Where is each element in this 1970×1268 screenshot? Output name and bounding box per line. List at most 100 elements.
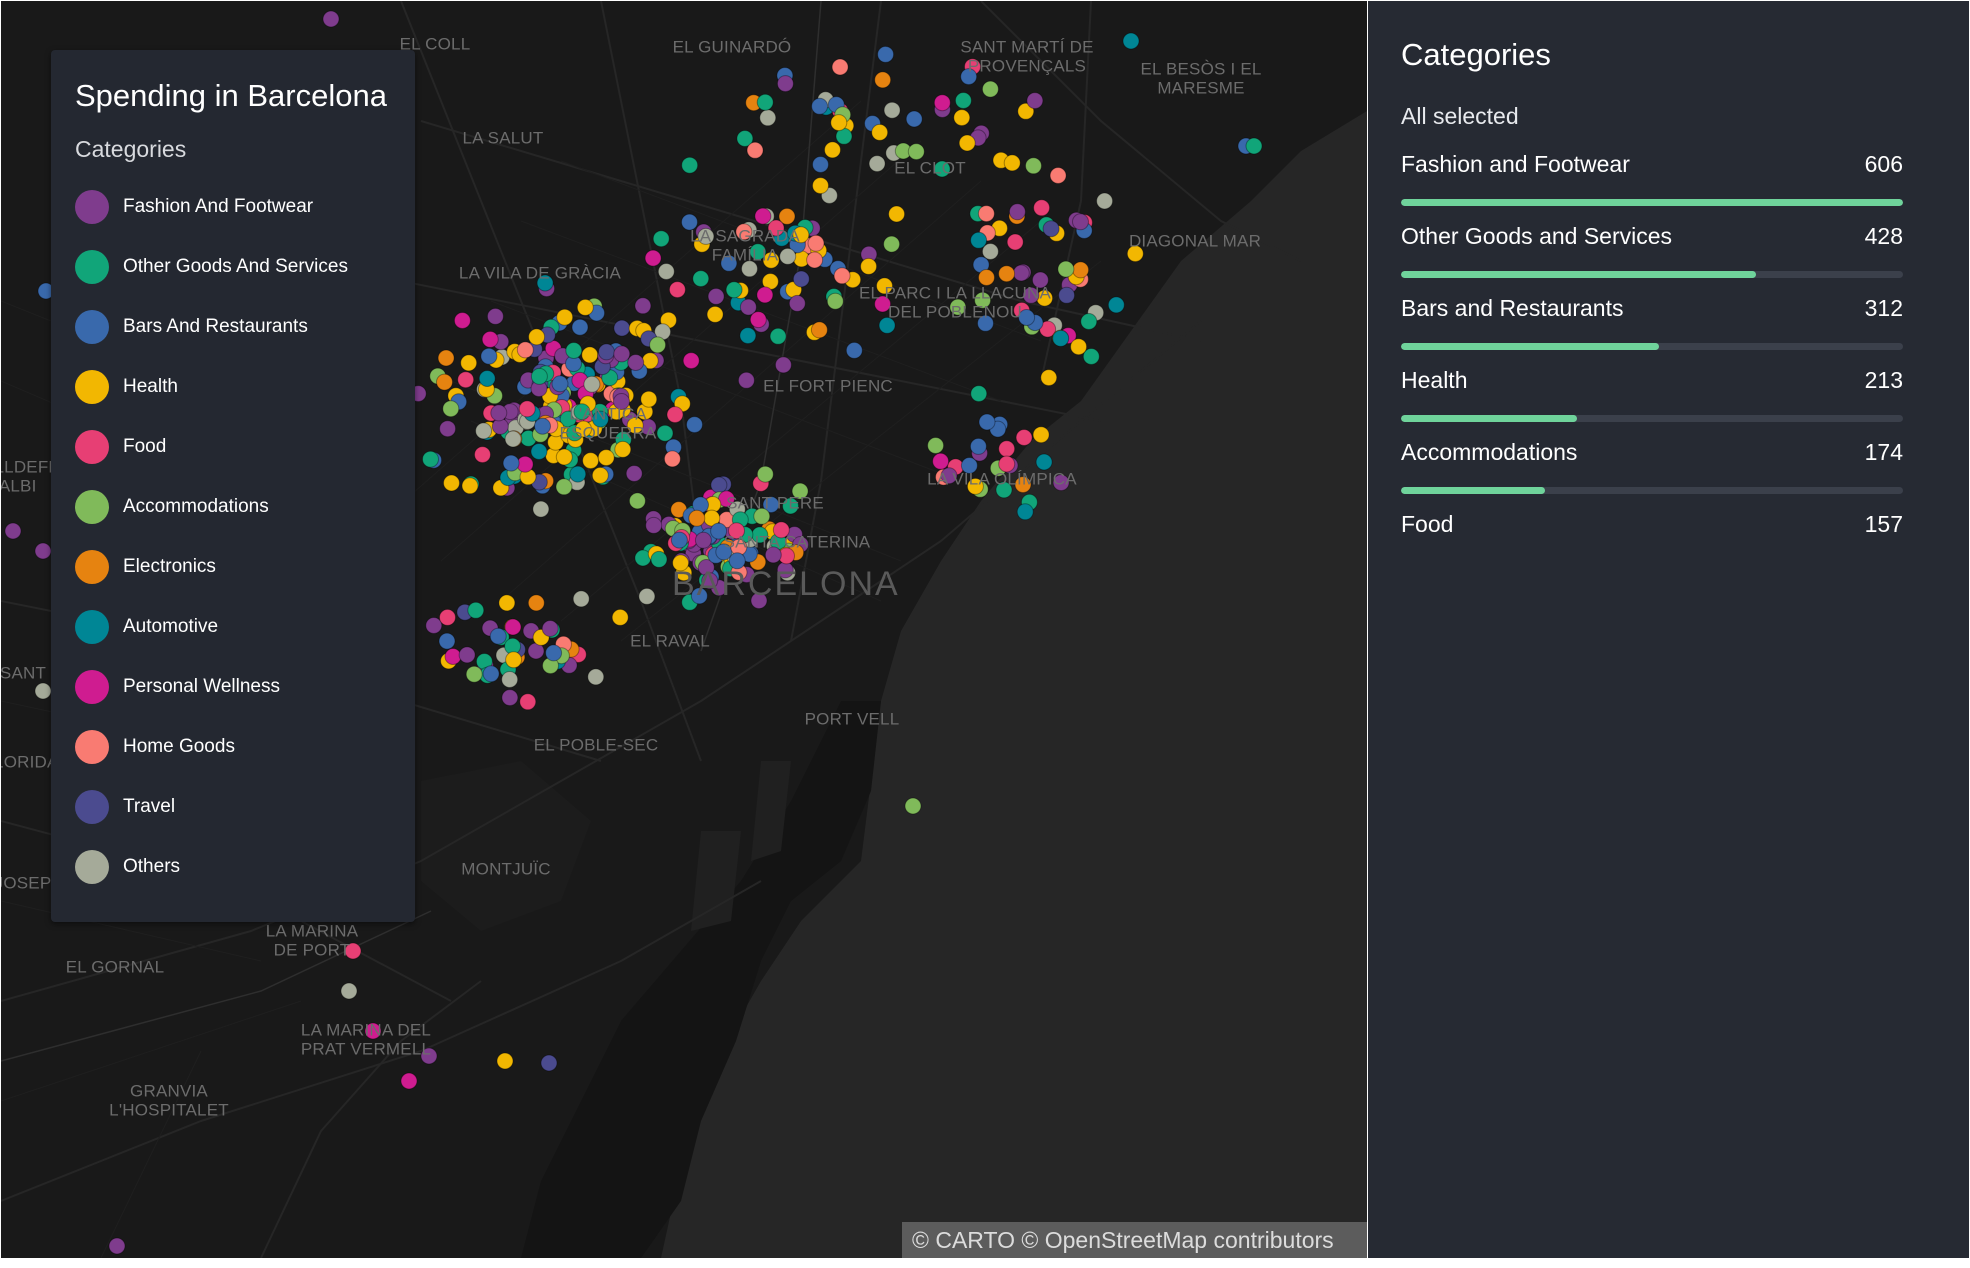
spending-point[interactable]	[34, 682, 52, 700]
spending-point[interactable]	[860, 257, 878, 275]
spending-point[interactable]	[811, 97, 829, 115]
spending-point[interactable]	[490, 404, 508, 422]
spending-point[interactable]	[1042, 220, 1060, 238]
spending-point[interactable]	[645, 516, 663, 534]
spending-point[interactable]	[496, 1052, 514, 1070]
spending-point[interactable]	[453, 312, 471, 329]
spending-point[interactable]	[1049, 167, 1067, 184]
spending-point[interactable]	[322, 10, 340, 28]
spending-point[interactable]	[518, 400, 536, 418]
spending-point[interactable]	[628, 492, 646, 510]
spending-point[interactable]	[710, 476, 728, 494]
spending-point[interactable]	[1032, 426, 1050, 444]
spending-point[interactable]	[422, 450, 439, 468]
spending-point[interactable]	[978, 413, 996, 431]
spending-point[interactable]	[591, 466, 609, 484]
spending-point[interactable]	[970, 385, 988, 403]
spending-point[interactable]	[1072, 261, 1090, 279]
spending-point[interactable]	[927, 437, 945, 454]
spending-point[interactable]	[1040, 369, 1058, 387]
category-row[interactable]: Accommodations 174	[1401, 430, 1903, 502]
spending-point[interactable]	[1070, 338, 1088, 356]
category-row[interactable]: Food 157	[1401, 502, 1903, 544]
spending-point[interactable]	[670, 531, 688, 549]
spending-point[interactable]	[505, 651, 523, 669]
spending-point[interactable]	[877, 45, 895, 63]
spending-point[interactable]	[478, 370, 496, 387]
spending-point[interactable]	[871, 123, 889, 141]
spending-point[interactable]	[688, 509, 706, 527]
spending-point[interactable]	[904, 797, 922, 815]
spending-point[interactable]	[749, 311, 767, 329]
spending-point[interactable]	[458, 646, 476, 664]
spending-point[interactable]	[597, 449, 615, 467]
spending-point[interactable]	[583, 375, 601, 393]
spending-point[interactable]	[883, 235, 901, 253]
spending-point[interactable]	[845, 341, 863, 359]
spending-point[interactable]	[998, 265, 1016, 283]
spending-point[interactable]	[439, 420, 457, 438]
spending-point[interactable]	[776, 75, 794, 93]
spending-point[interactable]	[1006, 233, 1024, 251]
spending-point[interactable]	[581, 346, 599, 364]
spending-point[interactable]	[1107, 296, 1125, 314]
map-canvas[interactable]: EL COLL EL GUINARDÓ SANT MARTÍ DE PROVENÇA…	[1, 1, 1367, 1258]
spending-point[interactable]	[810, 321, 828, 339]
spending-point[interactable]	[932, 452, 950, 470]
spending-point[interactable]	[933, 94, 951, 112]
spending-point[interactable]	[725, 281, 743, 299]
spending-point[interactable]	[504, 618, 522, 636]
spending-point[interactable]	[977, 205, 995, 223]
spending-point[interactable]	[439, 608, 456, 626]
spending-point[interactable]	[806, 251, 824, 269]
spending-point[interactable]	[527, 594, 545, 612]
spending-point[interactable]	[831, 58, 849, 76]
spending-point[interactable]	[1057, 260, 1075, 278]
spending-point[interactable]	[644, 249, 662, 267]
spending-point[interactable]	[443, 474, 460, 492]
spending-point[interactable]	[1003, 154, 1021, 172]
spending-point[interactable]	[569, 465, 587, 483]
spending-point[interactable]	[656, 424, 674, 442]
spending-point[interactable]	[555, 448, 573, 466]
spending-point[interactable]	[694, 531, 712, 549]
spending-point[interactable]	[792, 270, 810, 288]
spending-point[interactable]	[769, 327, 787, 345]
spending-point[interactable]	[565, 342, 583, 359]
spending-point[interactable]	[706, 305, 724, 323]
spending-point[interactable]	[340, 982, 358, 1000]
spending-point[interactable]	[530, 443, 548, 460]
spending-point[interactable]	[504, 430, 522, 448]
spending-point[interactable]	[657, 263, 675, 280]
spending-point[interactable]	[868, 155, 886, 173]
spending-point[interactable]	[1016, 503, 1034, 521]
spending-point[interactable]	[1015, 429, 1033, 446]
spending-point[interactable]	[438, 632, 456, 650]
spending-point[interactable]	[1026, 92, 1044, 110]
spending-point[interactable]	[627, 354, 645, 371]
spending-point[interactable]	[545, 644, 563, 662]
spending-point[interactable]	[1245, 137, 1263, 155]
spending-point[interactable]	[442, 400, 460, 418]
category-row[interactable]: Bars and Restaurants 312	[1401, 286, 1903, 358]
spending-point[interactable]	[1008, 203, 1026, 221]
spending-point[interactable]	[501, 689, 519, 707]
spending-point[interactable]	[572, 590, 590, 608]
spending-point[interactable]	[540, 1054, 558, 1072]
spending-point[interactable]	[467, 601, 485, 619]
spending-point[interactable]	[981, 80, 999, 98]
spending-point[interactable]	[970, 231, 988, 249]
spending-point[interactable]	[1012, 264, 1030, 282]
spending-point[interactable]	[883, 101, 901, 119]
spending-point[interactable]	[436, 373, 453, 391]
spending-point[interactable]	[1025, 157, 1042, 175]
spending-point[interactable]	[475, 422, 493, 440]
spending-point[interactable]	[613, 319, 631, 337]
spending-point[interactable]	[756, 93, 774, 111]
spending-point[interactable]	[954, 92, 972, 109]
spending-point[interactable]	[611, 608, 629, 626]
spending-point[interactable]	[638, 587, 656, 605]
category-row[interactable]: Health 213	[1401, 358, 1903, 430]
spending-point[interactable]	[555, 478, 573, 496]
spending-point[interactable]	[1058, 286, 1076, 304]
